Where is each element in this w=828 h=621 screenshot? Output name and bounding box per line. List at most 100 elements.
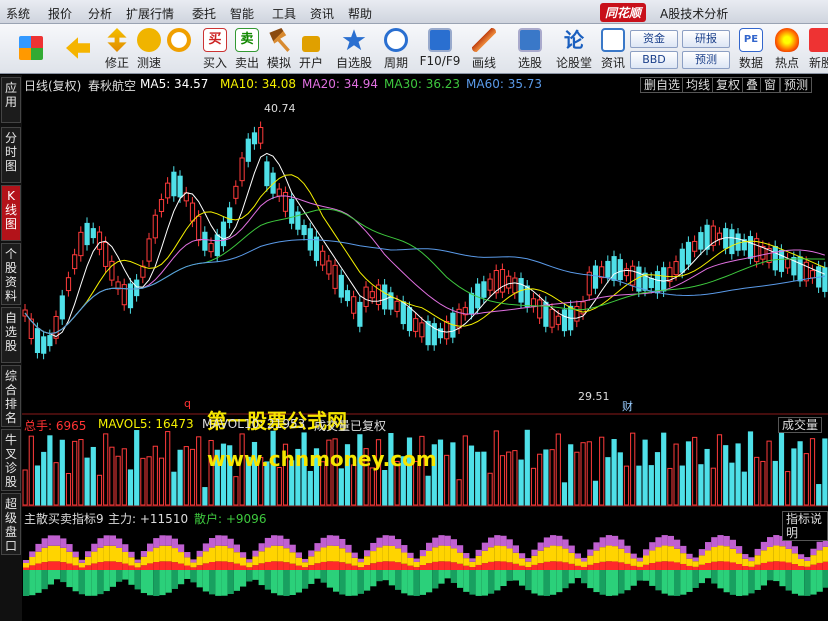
ma-button[interactable]: 均线 — [682, 77, 715, 93]
research-button[interactable]: 研报 — [682, 30, 730, 48]
adjust-price-button[interactable]: 复权 — [712, 77, 745, 93]
menu-analysis[interactable]: 分析 — [88, 5, 112, 22]
finance-marker[interactable]: 财 — [622, 398, 633, 414]
indicator-bar — [760, 550, 767, 563]
indicator-bar — [667, 546, 674, 562]
draw-line-button[interactable]: 画线 — [466, 26, 502, 72]
sidebar-item-intraday[interactable]: 分时图 — [1, 127, 21, 183]
menu-ext-market[interactable]: 扩展行情 — [126, 5, 174, 22]
kline-chart-area[interactable]: 日线(复权) 春秋航空 MA5: 34.57 MA10: 34.08 MA20:… — [22, 75, 828, 621]
candle-body — [326, 260, 332, 275]
volume-indicator-button[interactable]: 成交量 — [778, 417, 823, 433]
menu-help[interactable]: 帮助 — [348, 5, 372, 22]
predict-button[interactable]: 预测 — [780, 77, 813, 93]
volume-bar — [580, 442, 586, 506]
event-marker[interactable]: q — [184, 397, 191, 410]
forum-button[interactable]: 论 论股堂 — [554, 26, 594, 72]
indicator-bar — [308, 556, 315, 566]
sidebar-item-kline[interactable]: K线图 — [1, 185, 21, 241]
sidebar-item-label: 牛叉诊股 — [4, 433, 17, 489]
menu-tools[interactable]: 工具 — [272, 5, 296, 22]
volume-bar — [171, 471, 177, 506]
menu-quote[interactable]: 报价 — [48, 5, 72, 22]
overlay-button[interactable]: 叠 — [742, 77, 763, 93]
volume-bar — [654, 452, 661, 506]
speedtest-button[interactable]: 测速 — [134, 26, 164, 72]
bbd-button[interactable]: BBD — [630, 51, 678, 69]
remove-watchlist-button[interactable]: 删自选 — [640, 77, 685, 93]
indicator-help-button[interactable]: 指标说明 — [782, 511, 828, 541]
sidebar-item-diagnosis[interactable]: 牛叉诊股 — [1, 429, 21, 491]
menu-system[interactable]: 系统 — [6, 5, 30, 22]
new-stock-button[interactable]: 新股 — [806, 26, 828, 72]
indicator-bar — [556, 535, 563, 547]
indicator-bar — [760, 541, 767, 551]
app-logo-button[interactable] — [14, 26, 48, 72]
watchlist-button[interactable]: 自选股 — [334, 26, 374, 72]
period-button[interactable]: 周期 — [378, 26, 414, 72]
indicator-bar — [246, 567, 253, 570]
indicator-bar — [395, 570, 402, 590]
menu-smart[interactable]: 智能 — [230, 5, 254, 22]
period-label[interactable]: 日线(复权) — [24, 77, 81, 94]
candle-body — [499, 269, 506, 293]
indicator-bar — [686, 570, 693, 592]
indicator-bar — [320, 570, 327, 583]
indicator-bar — [779, 570, 786, 587]
indicator-bar — [581, 561, 588, 567]
sidebar-item-apps[interactable]: 应用 — [1, 77, 21, 123]
indicator-bar — [320, 561, 327, 570]
indicator-bar — [196, 550, 203, 557]
news-button[interactable]: 资讯 — [598, 26, 628, 72]
indicator-bar — [711, 547, 718, 562]
indicator-name[interactable]: 主散买卖指标9 — [24, 510, 104, 527]
indicator-bar — [500, 570, 507, 587]
volume-bar — [158, 457, 165, 506]
indicator-bar — [674, 570, 681, 596]
data-button[interactable]: PE 数据 — [736, 26, 766, 72]
indicator-bar — [444, 545, 451, 562]
f10-button[interactable]: F10/F9 — [418, 26, 462, 72]
back-button[interactable] — [58, 26, 98, 72]
indicator-bar — [178, 563, 185, 570]
simulate-button[interactable]: 模拟 — [264, 26, 294, 72]
stock-picker-button[interactable]: 选股 — [512, 26, 548, 72]
sell-icon: 卖 — [235, 28, 259, 52]
volume-bar — [59, 439, 65, 506]
sidebar-item-profile[interactable]: 个股资料 — [1, 243, 21, 305]
indicator-bar — [109, 545, 116, 562]
open-account-button[interactable]: 开户 — [296, 26, 326, 72]
candle-body — [698, 232, 704, 250]
indicator-bar — [680, 563, 687, 570]
indicator-bar — [581, 566, 588, 570]
menu-news[interactable]: 资讯 — [310, 5, 334, 22]
sidebar-item-watchlist[interactable]: 自选股 — [1, 307, 21, 363]
indicator-bar — [165, 570, 172, 593]
volume-bar — [481, 451, 487, 506]
adjust-button[interactable]: 修正 — [102, 26, 132, 72]
indicator-bar — [29, 570, 36, 596]
indicator-bar — [785, 570, 792, 591]
indicator-bar — [401, 545, 408, 553]
hotspot-button[interactable]: 热点 — [772, 26, 802, 72]
clock-button[interactable]: 测速 — [164, 26, 194, 72]
indicator-bar — [723, 546, 730, 562]
indicator-bar — [376, 537, 383, 548]
volume-bar — [72, 440, 78, 506]
indicator-bar — [345, 544, 352, 553]
indicator-bar — [333, 545, 340, 562]
fund-flow-button[interactable]: 资金 — [630, 30, 678, 48]
candle-body — [537, 299, 543, 319]
sell-button[interactable]: 卖 卖出 — [232, 26, 262, 72]
candle-body — [605, 260, 611, 278]
indicator-bar — [221, 545, 228, 562]
indicator-bar — [41, 562, 48, 570]
window-button[interactable]: 窗 — [760, 77, 781, 93]
indicator-bar — [804, 560, 811, 567]
sidebar-item-ranking[interactable]: 综合排名 — [1, 365, 21, 427]
menu-trade[interactable]: 委托 — [192, 5, 216, 22]
buy-button[interactable]: 买 买入 — [200, 26, 230, 72]
sidebar-item-super-orderbook[interactable]: 超级盘口 — [1, 493, 21, 555]
kline-svg[interactable] — [22, 75, 828, 621]
forecast-button[interactable]: 预测 — [682, 51, 730, 69]
